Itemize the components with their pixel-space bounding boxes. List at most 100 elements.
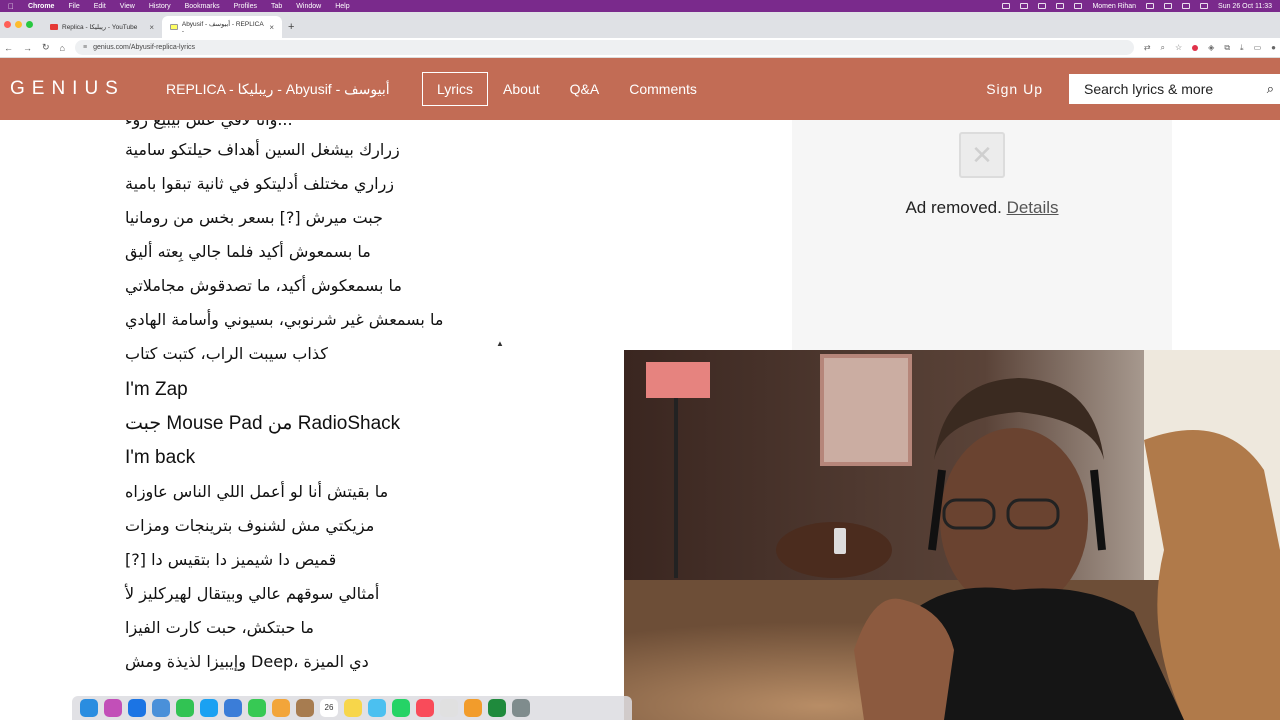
lyric-line-partial: وأنا لاقي عش بيبيع زوء... [125,120,293,130]
finder-icon[interactable] [80,699,98,717]
notes-icon[interactable] [344,699,362,717]
app-store-icon[interactable] [200,699,218,717]
song-title[interactable]: REPLICA - ريبليكا - Abyusif - أبيوسف [166,81,416,98]
lyric-line: ما حبتكش، حبت كارت الفيزا [125,618,314,637]
close-window-button[interactable] [4,21,11,28]
forward-icon[interactable]: → [23,43,32,53]
zoom-window-button[interactable] [26,21,33,28]
menu-app-name[interactable]: Chrome [28,3,54,10]
apple-icon[interactable]:  [8,2,14,11]
menu-window[interactable]: Window [296,3,321,10]
lyric-line: ما بسمعش غير شرنوبي، بسيوني وأسامة الهاد… [125,310,444,329]
lyric-line: مزيكتي مش لشنوف بترينجات ومزات [125,516,375,535]
calendar-icon[interactable]: 26 [320,699,338,717]
bookmark-star-icon[interactable]: ☆ [1175,43,1182,52]
lyric-line: ما بسمعكوش أكيد، ما تصدقوش مجاملاتي [125,276,402,295]
ad-removed-notice: Ad removed. Details [792,198,1172,218]
menu-help[interactable]: Help [335,3,349,10]
facetime-icon[interactable] [176,699,194,717]
menu-profiles[interactable]: Profiles [234,3,257,10]
wifi-icon[interactable] [1182,3,1191,9]
browser-tab-bar: Replica - ريبليكا - YouTube × Abyusif - … [0,12,1280,38]
status-icon[interactable] [1020,3,1029,9]
home-icon[interactable]: ⌂ [60,43,65,53]
url-field[interactable]: ≡ genius.com/Abyusif-replica-lyrics [74,40,1134,55]
volume-icon[interactable] [1056,3,1065,9]
menu-history[interactable]: History [149,3,171,10]
close-tab-icon[interactable]: × [149,23,154,32]
sign-up-button[interactable]: Sign Up [986,81,1043,97]
reload-icon[interactable]: ↻ [42,42,50,53]
safari-icon[interactable] [128,699,146,717]
status-icon[interactable] [1038,3,1047,9]
lyric-line: [?] قميص دا شيميز دا بتقيس دا [125,550,337,569]
reminders-icon[interactable] [368,699,386,717]
toolbar-icons: ⇄ ⌕ ☆ ◈ ⧉ ⤓ ▭ ● [1144,43,1276,53]
search-placeholder: Search lyrics & more [1084,81,1214,97]
menubar-clock[interactable]: Sun 26 Oct 11:33 [1218,3,1272,10]
lyric-line: I'm Zap [125,379,188,400]
lyric-line: جبت Mouse Pad من RadioShack [125,413,401,434]
music-icon[interactable] [416,699,434,717]
menu-file[interactable]: File [68,3,79,10]
nav-qa[interactable]: Q&A [555,73,615,105]
profile-icon[interactable]: ● [1271,43,1276,52]
window-controls [4,21,33,28]
system-settings-icon[interactable] [512,699,530,717]
search-input[interactable]: Search lyrics & more ⌕ [1069,74,1280,104]
ad-details-link[interactable]: Details [1007,198,1059,217]
genius-logo[interactable]: GENIUS [10,78,160,100]
user-name[interactable]: Momen Rihan [1092,3,1136,10]
messages-icon[interactable] [248,699,266,717]
zoom-icon[interactable]: ⌕ [1161,43,1165,53]
lyric-line: زرارك بيشغل السين أهداف حيلتكو سامية [125,140,400,159]
ad-panel: ✕ Ad removed. Details [792,120,1172,352]
lyric-line: I'm back [125,447,196,468]
status-icon[interactable] [1074,3,1083,9]
song-nav: Lyrics About Q&A Comments [422,72,712,106]
menu-tab[interactable]: Tab [271,3,282,10]
menu-view[interactable]: View [120,3,135,10]
record-icon[interactable] [1192,44,1199,51]
extension-icon[interactable]: ◈ [1208,43,1214,52]
whatsapp-icon[interactable] [392,699,410,717]
site-info-icon[interactable]: ≡ [83,44,87,51]
lyric-line: وإيبيزا لذيذة ومش Deep، دي الميزة [125,652,369,671]
lyric-line: ما بسمعوش أكيد فلما جالي بِعته أليق [125,242,371,261]
maps-icon[interactable] [224,699,242,717]
pages-icon[interactable] [464,699,482,717]
close-tab-icon[interactable]: × [269,23,274,32]
utility-icon[interactable] [440,699,458,717]
nav-comments[interactable]: Comments [614,73,712,105]
tab-title: Replica - ريبليكا - YouTube [62,24,138,31]
tab-youtube[interactable]: Replica - ريبليكا - YouTube × [42,16,162,38]
nav-about[interactable]: About [488,73,555,105]
translate-icon[interactable]: ⇄ [1144,43,1151,52]
menu-bookmarks[interactable]: Bookmarks [185,3,220,10]
minimize-window-button[interactable] [15,21,22,28]
back-icon[interactable]: ← [4,43,13,53]
spotlight-icon[interactable] [1200,3,1209,9]
lyric-line: كذاب سيبت الراب، كتبت كتاب [125,344,328,363]
launchpad-icon[interactable] [104,699,122,717]
genius-icon [170,24,178,30]
extensions-puzzle-icon[interactable]: ⧉ [1224,43,1230,53]
youtube-icon [50,24,58,30]
contacts-icon[interactable] [296,699,314,717]
photos-icon[interactable] [272,699,290,717]
ad-removed-text: Ad removed. [905,198,1002,217]
tab-genius[interactable]: Abyusif - أبيوسف - REPLICA - × [162,16,282,38]
terminal-icon[interactable] [488,699,506,717]
battery-icon[interactable] [1164,3,1173,9]
lyric-line: زراري مختلف أدليتكو في ثانية تبقوا بامية [125,174,395,193]
new-tab-button[interactable]: + [288,21,294,33]
bluetooth-icon[interactable] [1146,3,1155,9]
menu-edit[interactable]: Edit [94,3,106,10]
status-icon[interactable] [1002,3,1011,9]
address-bar-row: ← → ↻ ⌂ ≡ genius.com/Abyusif-replica-lyr… [0,38,1280,58]
nav-lyrics[interactable]: Lyrics [422,72,489,106]
mail-icon[interactable] [152,699,170,717]
sidebar-icon[interactable]: ▭ [1254,43,1262,52]
search-icon[interactable]: ⌕ [1267,81,1274,97]
download-icon[interactable]: ⤓ [1240,43,1244,53]
